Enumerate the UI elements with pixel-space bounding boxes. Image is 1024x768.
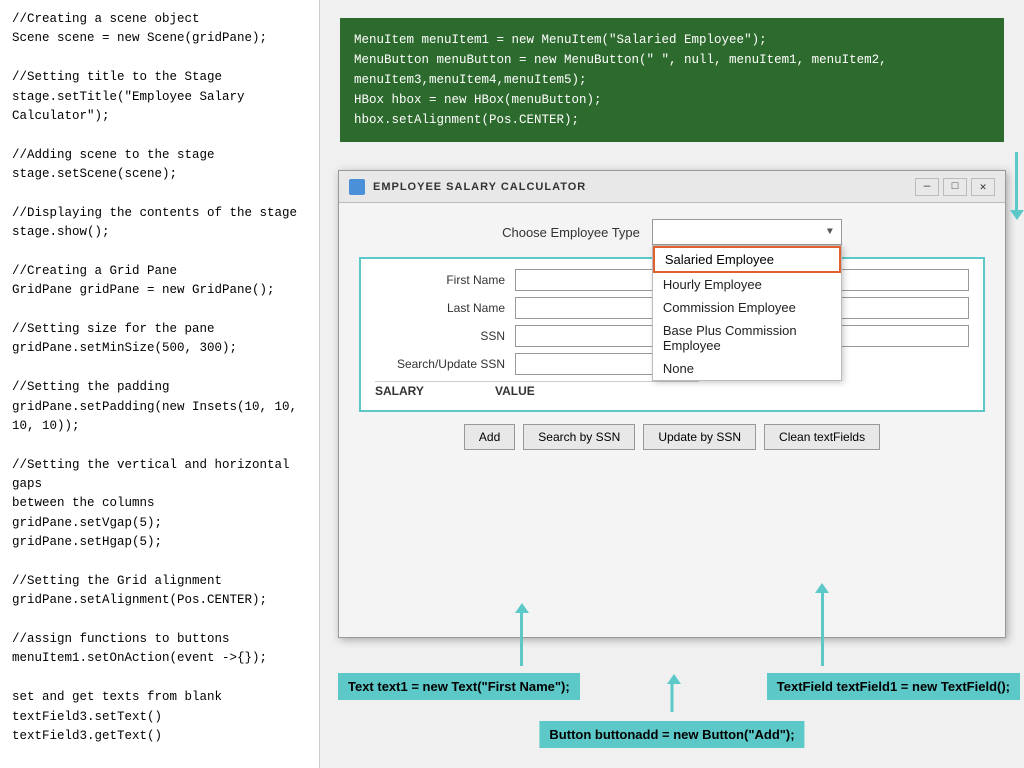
code-box-line: HBox hbox = new HBox(menuButton); <box>354 90 990 110</box>
code-line <box>12 359 307 378</box>
code-line: //Setting the padding <box>12 378 307 397</box>
dropdown-item-none[interactable]: None <box>653 357 841 380</box>
app-window: EMPLOYEE SALARY CALCULATOR — □ ✕ Choose … <box>338 170 1006 638</box>
code-line: menuItem1.setOnAction(event ->{}); <box>12 649 307 668</box>
code-line <box>12 243 307 262</box>
dropdown-item-salaried[interactable]: Salaried Employee <box>653 246 841 273</box>
arrow-vertical-top <box>1015 152 1018 212</box>
first-name-label: First Name <box>375 273 505 287</box>
search-by-ssn-button[interactable]: Search by SSN <box>523 424 635 450</box>
table-value-header: VALUE <box>495 384 535 398</box>
clean-textfields-button[interactable]: Clean textFields <box>764 424 880 450</box>
code-box-line: hbox.setAlignment(Pos.CENTER); <box>354 110 990 130</box>
code-line: //Adding scene to the stage <box>12 146 307 165</box>
code-line <box>12 669 307 688</box>
annotation-text1: Text text1 = new Text("First Name"); <box>338 673 580 700</box>
app-content: Choose Employee Type ▼ Salaried Employee… <box>339 203 1005 462</box>
code-box-line: MenuButton menuButton = new MenuButton("… <box>354 50 990 70</box>
last-name-label: Last Name <box>375 301 505 315</box>
maximize-button[interactable]: □ <box>943 178 967 196</box>
code-snippet-text: MenuItem menuItem1 = new MenuItem("Salar… <box>354 30 990 130</box>
code-line: stage.show(); <box>12 223 307 242</box>
code-box-line: MenuItem menuItem1 = new MenuItem("Salar… <box>354 30 990 50</box>
code-line: stage.setScene(scene); <box>12 165 307 184</box>
minimize-button[interactable]: — <box>915 178 939 196</box>
code-line <box>12 126 307 145</box>
code-line <box>12 49 307 68</box>
dropdown-menu: Salaried Employee Hourly Employee Commis… <box>652 245 842 381</box>
code-line: //Creating a Grid Pane <box>12 262 307 281</box>
annotation-button: Button buttonadd = new Button("Add"); <box>539 721 804 748</box>
code-line: //Creating a scene object <box>12 10 307 29</box>
left-code-panel: //Creating a scene objectScene scene = n… <box>0 0 320 768</box>
code-line <box>12 436 307 455</box>
first-name-row: First Name <box>375 269 699 291</box>
employee-type-dropdown[interactable]: ▼ <box>652 219 842 245</box>
add-button[interactable]: Add <box>464 424 515 450</box>
arrow-add-vertical <box>671 682 674 712</box>
code-snippet-box: MenuItem menuItem1 = new MenuItem("Salar… <box>340 18 1004 142</box>
code-box-line: menuItem3,menuItem4,menuItem5); <box>354 70 990 90</box>
employee-type-row: Choose Employee Type ▼ Salaried Employee… <box>359 219 985 245</box>
code-line <box>12 553 307 572</box>
arrow-add-head <box>667 674 681 684</box>
code-line: gridPane.setMinSize(500, 300); <box>12 339 307 358</box>
last-name-row: Last Name <box>375 297 699 319</box>
ssn-row: SSN <box>375 325 699 347</box>
code-line: gridPane.setHgap(5); <box>12 533 307 552</box>
code-line: //Setting the vertical and horizontal ga… <box>12 456 307 495</box>
annotation-textfield-label: TextField textField1 = new TextField(); <box>777 679 1010 694</box>
code-line: between the columns <box>12 494 307 513</box>
dropdown-item-base-plus[interactable]: Base Plus Commission Employee <box>653 319 841 357</box>
arrow-firstnam-vertical <box>520 611 523 666</box>
code-text: //Creating a scene objectScene scene = n… <box>12 10 307 768</box>
window-title: EMPLOYEE SALARY CALCULATOR <box>373 181 907 193</box>
code-line: 10, 10)); <box>12 417 307 436</box>
chevron-down-icon: ▼ <box>827 227 833 238</box>
title-bar-controls: — □ ✕ <box>915 178 995 196</box>
code-line: textField3.setText() <box>12 708 307 727</box>
arrow-firstname-head <box>515 603 529 613</box>
code-line <box>12 746 307 765</box>
update-by-ssn-button[interactable]: Update by SSN <box>643 424 756 450</box>
employee-type-label: Choose Employee Type <box>502 225 640 240</box>
code-line: set and get texts from blank <box>12 688 307 707</box>
code-line: //Displaying the contents of the stage <box>12 204 307 223</box>
dropdown-wrapper: ▼ Salaried Employee Hourly Employee Comm… <box>652 219 842 245</box>
code-line: gridPane.setAlignment(Pos.CENTER); <box>12 591 307 610</box>
annotation-button-label: Button buttonadd = new Button("Add"); <box>549 727 794 742</box>
arrow-head-top <box>1010 210 1024 220</box>
code-line: gridPane.setPadding(new Insets(10, 10, <box>12 398 307 417</box>
form-left-col: First Name Last Name SSN Search/Upd <box>375 269 699 400</box>
code-line: //assign functions to buttons <box>12 630 307 649</box>
code-line: //Setting the Grid alignment <box>12 572 307 591</box>
code-line: gridPane.setVgap(5); <box>12 514 307 533</box>
dropdown-item-commission[interactable]: Commission Employee <box>653 296 841 319</box>
annotation-textfield: TextField textField1 = new TextField(); <box>767 673 1020 700</box>
code-line: //Setting size for the pane <box>12 320 307 339</box>
action-buttons-row: Add Search by SSN Update by SSN Clean te… <box>359 424 985 450</box>
table-salary-header: SALARY <box>375 384 495 398</box>
search-ssn-row: Search/Update SSN <box>375 353 699 375</box>
code-line: GridPane gridPane = new GridPane(); <box>12 281 307 300</box>
app-icon <box>349 179 365 195</box>
table-header-row: SALARY VALUE <box>375 381 699 400</box>
code-line: stage.setTitle("Employee Salary Calculat… <box>12 88 307 127</box>
annotation-text1-label: Text text1 = new Text("First Name"); <box>348 679 570 694</box>
search-ssn-label: Search/Update SSN <box>375 357 505 371</box>
ssn-label: SSN <box>375 329 505 343</box>
title-bar: EMPLOYEE SALARY CALCULATOR — □ ✕ <box>339 171 1005 203</box>
code-line <box>12 611 307 630</box>
code-line: Scene scene = new Scene(gridPane); <box>12 29 307 48</box>
code-line <box>12 301 307 320</box>
code-line <box>12 184 307 203</box>
close-button[interactable]: ✕ <box>971 178 995 196</box>
arrow-textfield-vertical <box>821 591 824 666</box>
code-line: textField3.getText() <box>12 727 307 746</box>
code-line: //Setting title to the Stage <box>12 68 307 87</box>
right-panel: MenuItem menuItem1 = new MenuItem("Salar… <box>320 0 1024 768</box>
arrow-textfield-head <box>815 583 829 593</box>
dropdown-item-hourly[interactable]: Hourly Employee <box>653 273 841 296</box>
